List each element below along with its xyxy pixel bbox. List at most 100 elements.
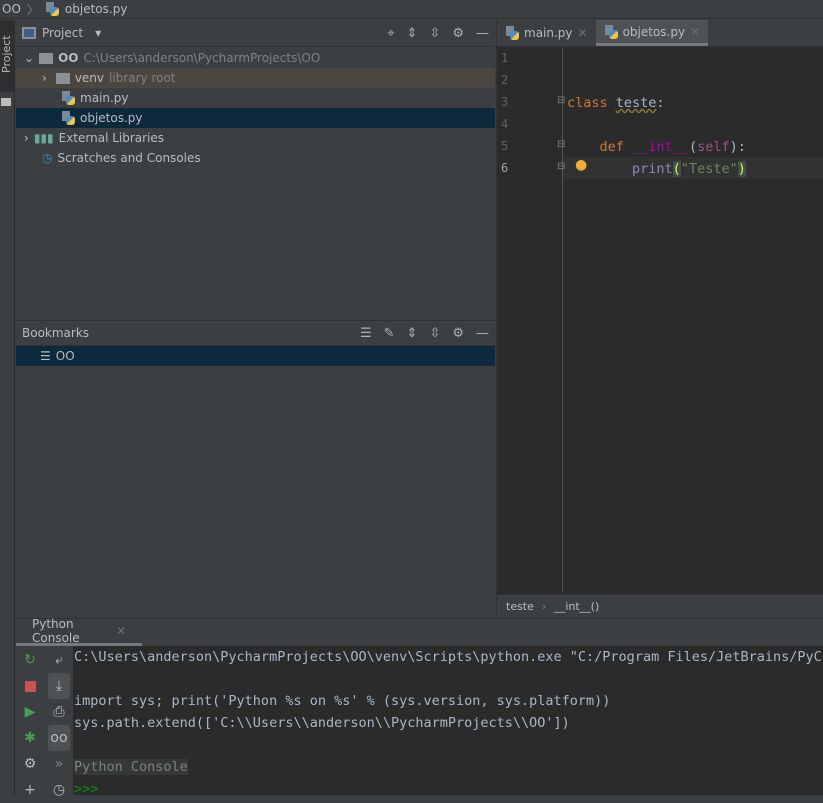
code-line-5[interactable]: def __int__(self): [567, 139, 746, 155]
tab-python-console[interactable]: Python Console ✕ [16, 617, 142, 646]
project-panel: Project ▾ ⌖ ⇕ ⇳ ⚙ — ⌄ OO C:\Users\anders… [16, 20, 495, 318]
collapse-all-icon[interactable]: ⇳ [429, 26, 440, 41]
add-icon[interactable]: + [19, 777, 41, 803]
string: "Teste" [680, 161, 738, 177]
history-icon[interactable]: ◷ [48, 777, 70, 803]
tree-label: Scratches and Consoles [57, 151, 201, 165]
keyword: def [599, 139, 624, 155]
fold-icon[interactable]: ⊟ [557, 161, 565, 172]
tree-label: External Libraries [58, 131, 165, 145]
bookmarks-title: Bookmarks [22, 326, 90, 340]
print-icon[interactable]: ⎙ [48, 699, 70, 725]
console-line: import sys; print('Python %s on %s' % (s… [74, 693, 611, 709]
close-icon[interactable]: ✕ [578, 26, 588, 40]
gear-icon[interactable]: ⚙ [452, 326, 464, 341]
bookmark-list-item[interactable]: ☰ OO [16, 346, 495, 366]
minimize-icon[interactable]: — [476, 326, 489, 341]
edit-icon[interactable]: ✎ [384, 326, 395, 341]
locate-icon[interactable]: ⌖ [387, 26, 394, 41]
crumb-method[interactable]: __int__() [554, 600, 599, 613]
chevron-right-icon[interactable]: › [24, 131, 29, 145]
code-line-6[interactable]: print("Teste") [567, 161, 746, 177]
line-number: 5 [501, 139, 509, 153]
minimize-icon[interactable]: — [476, 26, 489, 41]
editor-tabs: main.py ✕ objetos.py ✕ [497, 20, 823, 47]
line-number: 4 [501, 117, 509, 131]
tree-item-external-libraries[interactable]: › ▮▮▮ External Libraries [16, 128, 495, 148]
collapse-all-icon[interactable]: ⇳ [429, 326, 440, 341]
project-view-icon [22, 27, 36, 39]
console-prompt[interactable]: >>> [74, 778, 823, 800]
expand-all-icon[interactable]: ⇕ [407, 326, 418, 341]
python-file-icon [604, 24, 618, 39]
folder-icon [1, 98, 11, 106]
tab-main-py[interactable]: main.py ✕ [497, 20, 596, 46]
navigation-bar: OO 〉 objetos.py [0, 0, 823, 19]
tree-item-venv[interactable]: › venv library root [16, 68, 495, 88]
project-panel-header: Project ▾ ⌖ ⇕ ⇳ ⚙ — [16, 20, 495, 47]
line-number: 2 [501, 73, 509, 87]
folder-icon [39, 52, 54, 64]
crumb-class[interactable]: teste [506, 600, 534, 613]
show-variables-icon[interactable]: oo [48, 725, 70, 751]
folder-icon [55, 72, 70, 84]
rerun-icon[interactable]: ↻ [19, 647, 41, 673]
run-icon[interactable]: ▶ [19, 699, 41, 725]
tab-objetos-py[interactable]: objetos.py ✕ [595, 20, 709, 46]
console-line: C:\Users\anderson\PycharmProjects\OO\ven… [74, 649, 823, 665]
gutter-divider [562, 47, 563, 592]
builtin: print [632, 161, 673, 177]
editor: main.py ✕ objetos.py ✕ 1 2 3 4 5 6 ⊟ ⊟ ⊟… [496, 20, 823, 617]
close-icon[interactable]: ✕ [690, 25, 700, 39]
libraries-icon: ▮▮▮ [33, 131, 54, 145]
nav-file[interactable]: objetos.py [65, 2, 128, 16]
fold-icon[interactable]: ⊟ [557, 95, 565, 106]
gear-icon[interactable]: ⚙ [452, 26, 464, 41]
tree-item-main-py[interactable]: main.py [16, 88, 495, 108]
editor-breadcrumb: teste › __int__() [497, 594, 823, 617]
gear-icon[interactable]: ⚙ [19, 751, 41, 777]
code-line-3[interactable]: class teste: [567, 95, 665, 111]
project-tool-tab[interactable]: Project [0, 20, 15, 92]
tree-item-objetos-py[interactable]: objetos.py [16, 108, 495, 128]
add-list-icon[interactable]: ☰ [360, 326, 372, 341]
python-file-icon [505, 26, 519, 40]
scratches-icon: ◷ [42, 151, 53, 165]
python-file-icon [45, 2, 59, 16]
chevron-right-icon: 〉 [26, 2, 39, 17]
fold-icon[interactable]: ⊟ [557, 139, 565, 150]
tree-item-scratches[interactable]: ◷ Scratches and Consoles [16, 148, 495, 168]
tree-item-oo[interactable]: ⌄ OO C:\Users\anderson\PycharmProjects\O… [16, 48, 495, 68]
tree-hint: library root [109, 71, 176, 85]
close-icon[interactable]: ✕ [116, 624, 126, 638]
line-number: 3 [501, 95, 509, 109]
tree-label: venv [74, 71, 105, 85]
chevron-right-icon: › [541, 599, 547, 613]
punct: ) [737, 161, 746, 177]
execute-icon[interactable]: » [48, 751, 70, 777]
chevron-down-icon[interactable]: ▾ [95, 26, 101, 40]
console-banner: Python Console [74, 759, 188, 775]
tree-label: main.py [80, 91, 129, 105]
punct: ): [729, 139, 746, 155]
nav-project[interactable]: OO [2, 2, 21, 16]
class-name: teste [615, 95, 657, 111]
tab-label: main.py [524, 26, 573, 40]
stop-icon[interactable] [19, 673, 41, 699]
chevron-down-icon[interactable]: ⌄ [24, 51, 34, 65]
scroll-to-end-icon[interactable]: ⤓ [48, 673, 70, 699]
debug-icon[interactable]: ✱ [19, 725, 41, 751]
line-number: 6 [501, 161, 509, 175]
console-output[interactable]: C:\Users\anderson\PycharmProjects\OO\ven… [73, 646, 823, 797]
console-toolbar: ↻ ▶ ✱ ⚙ + [16, 647, 44, 803]
console-tabs: Python Console ✕ [16, 617, 823, 646]
tree-hint: C:\Users\anderson\PycharmProjects\OO [83, 51, 321, 65]
soft-wrap-icon[interactable]: ⤶ [48, 647, 70, 673]
punct: : [656, 95, 665, 111]
function-name: __int__ [632, 139, 689, 155]
project-title[interactable]: Project [42, 26, 83, 40]
chevron-right-icon[interactable]: › [42, 71, 47, 85]
python-file-icon [61, 111, 75, 125]
expand-all-icon[interactable]: ⇕ [407, 26, 418, 41]
